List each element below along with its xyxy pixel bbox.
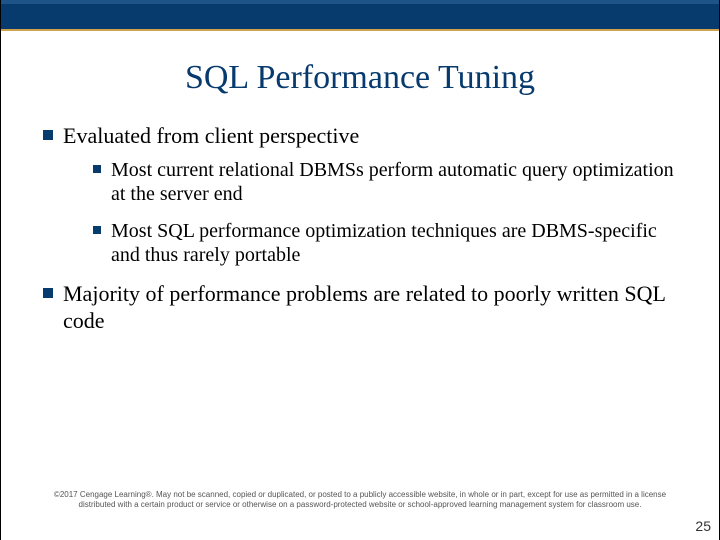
page-number: 25 — [695, 518, 711, 534]
bullet-level1: Evaluated from client perspective Most c… — [43, 123, 677, 267]
bullet-level1: Majority of performance problems are rel… — [43, 281, 677, 335]
slide-title: SQL Performance Tuning — [1, 59, 719, 97]
slide: SQL Performance Tuning Evaluated from cl… — [0, 0, 720, 540]
content-area: Evaluated from client perspective Most c… — [1, 123, 719, 335]
bullet-text: Evaluated from client perspective — [63, 123, 359, 148]
header-bar — [1, 0, 719, 31]
bullet-text: Most current relational DBMSs perform au… — [111, 159, 674, 205]
copyright-footer: ©2017 Cengage Learning®. May not be scan… — [1, 490, 719, 510]
bullet-level2: Most current relational DBMSs perform au… — [93, 158, 677, 207]
bullet-level2: Most SQL performance optimization techni… — [93, 219, 677, 268]
bullet-text: Majority of performance problems are rel… — [63, 281, 665, 333]
bullet-text: Most SQL performance optimization techni… — [111, 220, 657, 266]
